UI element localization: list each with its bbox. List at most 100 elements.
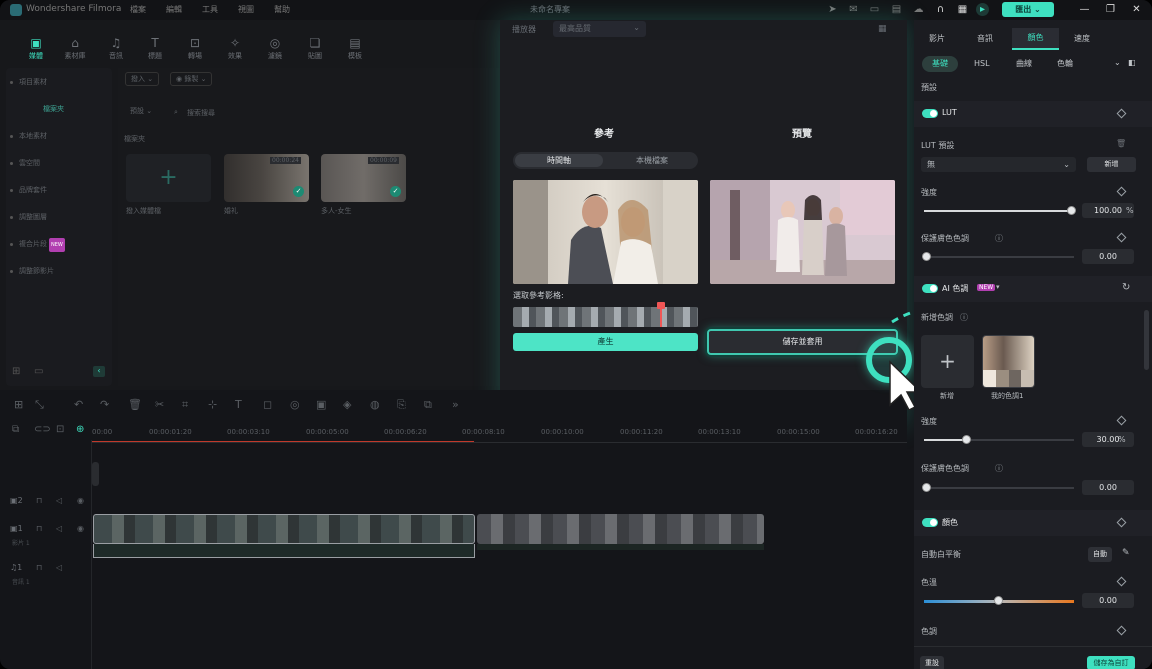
tab-audio[interactable]: 音訊 <box>977 33 993 44</box>
reset-icon[interactable]: ↻ <box>1122 282 1130 293</box>
tab-titles[interactable]: T 標題 <box>136 35 174 61</box>
snap-icon[interactable]: ⊡ <box>56 424 64 435</box>
slider-knob[interactable] <box>922 483 931 492</box>
select-icon[interactable]: ⤡ <box>35 398 44 412</box>
ai-tone-toggle[interactable] <box>922 284 938 293</box>
keyframe-icon[interactable] <box>1116 108 1127 119</box>
menu-view[interactable]: 視圖 <box>238 4 254 15</box>
tab-media[interactable]: ▣ 媒體 <box>17 35 55 61</box>
tab-stickers[interactable]: ❏ 貼圖 <box>296 35 334 61</box>
auto-wb-button[interactable]: 自動 <box>1088 547 1112 562</box>
eyedropper-icon[interactable]: ✎ <box>1122 548 1130 558</box>
tab-audio[interactable]: ♫ 音訊 <box>97 35 135 61</box>
lock-icon[interactable]: ⊓ <box>36 524 42 533</box>
keyframe-icon[interactable] <box>1116 186 1127 197</box>
mask-icon[interactable]: ◍ <box>370 398 380 411</box>
redo-icon[interactable]: ↷ <box>100 398 109 411</box>
cut-icon[interactable]: ✂ <box>155 398 164 411</box>
info-icon[interactable]: ⓘ <box>960 312 968 323</box>
slider-knob[interactable] <box>1067 206 1076 215</box>
keyframe-icon[interactable] <box>1116 517 1127 528</box>
link-icon[interactable]: ⊂⊃ <box>34 424 51 435</box>
slider-knob[interactable] <box>962 435 971 444</box>
tab-speed[interactable]: 速度 <box>1074 33 1090 44</box>
maximize-icon[interactable]: ❐ <box>1104 3 1117 16</box>
headset-icon[interactable]: ∩ <box>934 3 947 16</box>
library-item-cloud[interactable]: 雲空間 <box>10 156 40 170</box>
crop-icon[interactable]: ⌗ <box>182 398 188 412</box>
add-track-icon[interactable]: ⧉ <box>12 424 19 435</box>
shape-icon[interactable]: ◻ <box>263 398 272 411</box>
import-media-tile[interactable]: + <box>126 154 211 202</box>
menu-help[interactable]: 幫助 <box>274 4 290 15</box>
preset-dropdown[interactable]: 預設 ⌄ <box>125 105 157 119</box>
lock-icon[interactable]: ⊓ <box>36 563 42 572</box>
tab-effects[interactable]: ✧ 效果 <box>216 35 254 61</box>
group-icon[interactable]: ⧉ <box>424 398 432 412</box>
speaker-icon[interactable]: ◁ <box>56 563 62 572</box>
tab-video[interactable]: 影片 <box>929 33 945 44</box>
storage-icon[interactable]: ▭ <box>868 3 881 16</box>
save-custom-button[interactable]: 儲存為自訂 <box>1087 656 1135 669</box>
lut-preset-select[interactable]: 無 ⌄ <box>921 157 1076 172</box>
mail-icon[interactable]: ✉ <box>847 3 860 16</box>
new-folder-icon[interactable]: ⊞ <box>12 366 20 377</box>
menu-tools[interactable]: 工具 <box>202 4 218 15</box>
lut-protect-slider[interactable] <box>924 256 1074 258</box>
menu-edit[interactable]: 編輯 <box>166 4 182 15</box>
layout-icon[interactable]: ▤ <box>890 3 903 16</box>
timeline-clip-women[interactable] <box>477 514 764 544</box>
close-icon[interactable]: ✕ <box>1130 3 1143 16</box>
library-item-clips[interactable]: 調整節影片 <box>10 264 54 278</box>
library-item-compound[interactable]: 複合片段 NEW <box>10 237 65 252</box>
slider-knob[interactable] <box>994 596 1003 605</box>
slider-knob[interactable] <box>922 252 931 261</box>
keyframe-icon[interactable] <box>1116 232 1127 243</box>
search-input[interactable]: 搜索搜尋 <box>187 108 215 118</box>
avatar[interactable]: ▸ <box>976 3 989 16</box>
undo-icon[interactable]: ↶ <box>74 398 83 411</box>
ai-strength-value[interactable]: 30.00 <box>1082 432 1134 447</box>
collapse-icon[interactable]: ‹ <box>93 366 105 377</box>
audio-icon[interactable]: ▣ <box>316 398 326 411</box>
speed-icon[interactable]: ⊹ <box>208 398 217 411</box>
tab-color[interactable]: 顏色 <box>1012 28 1059 50</box>
timeline-clip-wedding[interactable] <box>93 514 475 544</box>
speaker-icon[interactable]: ◁ <box>56 524 62 533</box>
snapshot-icon[interactable]: ▦ <box>878 24 887 34</box>
menu-file[interactable]: 檔案 <box>130 4 146 15</box>
magnet-icon[interactable]: ⊕ <box>76 424 84 435</box>
delete-icon[interactable]: 🗑 <box>128 398 142 411</box>
frame-playhead[interactable] <box>657 302 665 327</box>
tab-timeline[interactable]: 時間軸 <box>515 154 603 167</box>
library-item-project[interactable]: 項目素材 <box>10 75 47 89</box>
minimize-icon[interactable]: — <box>1078 3 1091 16</box>
lut-protect-value[interactable]: 0.00 <box>1082 249 1134 264</box>
ai-strength-slider[interactable] <box>924 439 1074 441</box>
tab-templates[interactable]: ▤ 模板 <box>336 35 374 61</box>
lut-add-button[interactable]: 新增 <box>1087 157 1136 172</box>
scrollbar[interactable] <box>1144 310 1149 370</box>
subtab-hsl[interactable]: HSL <box>974 56 990 72</box>
layout-grid-icon[interactable]: ⊞ <box>14 398 23 411</box>
ai-protect-value[interactable]: 0.00 <box>1082 480 1134 495</box>
ai-protect-slider[interactable] <box>924 487 1074 489</box>
eye-icon[interactable]: ◉ <box>77 496 84 505</box>
caret-icon[interactable]: ▾ <box>996 283 1000 291</box>
keyframe-icon[interactable] <box>1116 415 1127 426</box>
subtab-wheels[interactable]: 色輪 <box>1057 56 1073 72</box>
reset-button[interactable]: 重設 <box>920 656 944 669</box>
lut-strength-slider[interactable] <box>924 210 1074 212</box>
grid-icon[interactable]: ▦ <box>956 3 969 16</box>
more-icon[interactable]: » <box>452 398 459 411</box>
lock-icon[interactable]: ⊓ <box>36 496 42 505</box>
export-button[interactable]: 匯出 ⌄ <box>1002 2 1054 17</box>
generate-button[interactable]: 產生 <box>513 333 698 351</box>
tab-transitions[interactable]: ⊡ 轉場 <box>176 35 214 61</box>
import-dropdown[interactable]: 撥入 ⌄ <box>125 72 160 86</box>
subtab-basic[interactable]: 基礎 <box>922 56 958 72</box>
frame-strip[interactable] <box>513 307 698 327</box>
chevron-down-icon[interactable]: ⌄ <box>1114 58 1121 67</box>
add-tone-button[interactable]: + <box>921 335 974 388</box>
text-icon[interactable]: T <box>235 398 242 411</box>
